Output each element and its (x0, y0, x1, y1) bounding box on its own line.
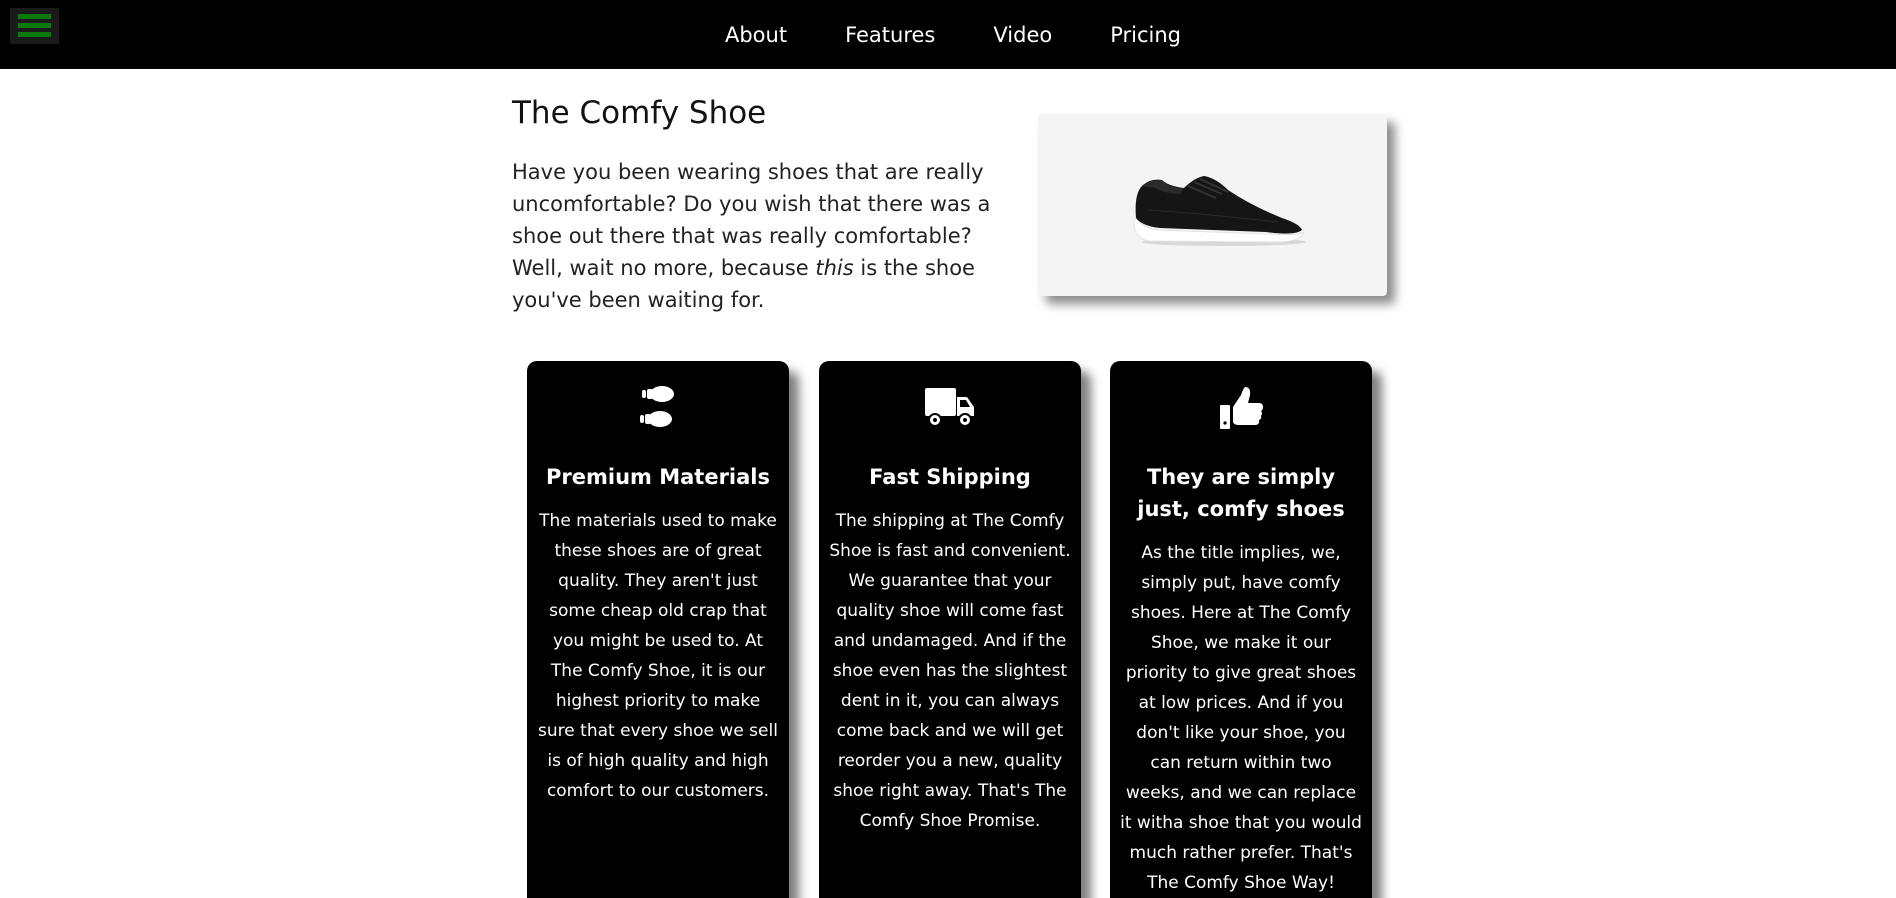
feature-card-comfy-shoes: They are simply just, comfy shoes As the… (1110, 361, 1372, 898)
shoe-prints-icon (527, 385, 789, 433)
hero-text-emphasis: this (815, 256, 854, 280)
nav-link-video[interactable]: Video (993, 23, 1052, 47)
feature-card-premium-materials: Premium Materials The materials used to … (527, 361, 789, 898)
hero-title: The Comfy Shoe (512, 95, 767, 131)
black-sneaker-image (1133, 176, 1306, 246)
nav-links: About Features Video Pricing (0, 0, 1896, 69)
feature-title: Fast Shipping (869, 465, 1031, 489)
feature-text: The shipping at The Comfy Shoe is fast a… (829, 511, 1071, 831)
feature-card-fast-shipping: Fast Shipping The shipping at The Comfy … (819, 361, 1081, 898)
feature-text: As the title implies, we, simply put, ha… (1120, 543, 1362, 893)
truck-icon (819, 385, 1081, 433)
thumbs-up-icon (1110, 385, 1372, 433)
nav-link-features[interactable]: Features (845, 23, 935, 47)
hero-description: Have you been wearing shoes that are rea… (512, 156, 1012, 316)
nav-link-about[interactable]: About (725, 23, 787, 47)
product-image-card (1038, 114, 1387, 296)
nav-link-pricing[interactable]: Pricing (1110, 23, 1181, 47)
top-navbar: About Features Video Pricing (0, 0, 1896, 69)
feature-text: The materials used to make these shoes a… (538, 511, 778, 801)
feature-title: They are simply just, comfy shoes (1137, 465, 1345, 521)
feature-title: Premium Materials (546, 465, 770, 489)
